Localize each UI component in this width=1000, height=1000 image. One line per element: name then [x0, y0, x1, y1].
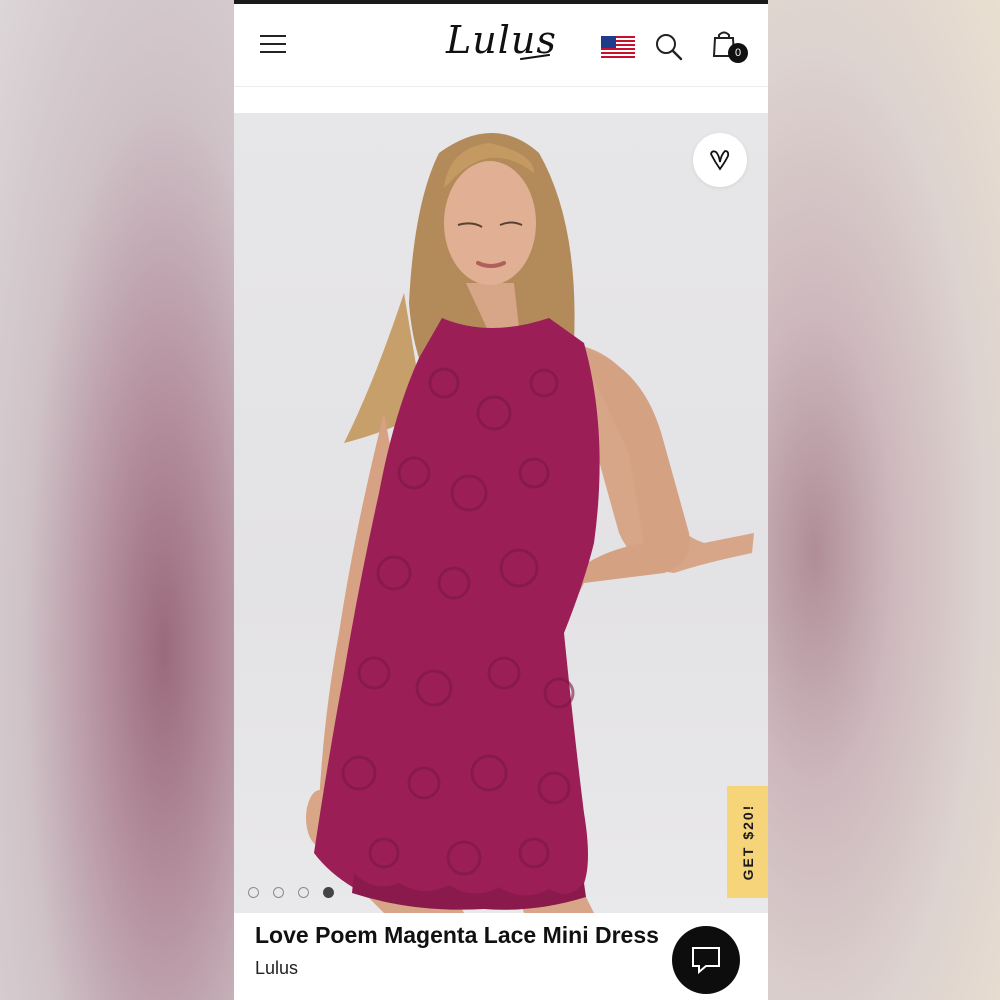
search-icon[interactable]	[654, 32, 684, 62]
product-title: Love Poem Magenta Lace Mini Dress	[255, 922, 659, 948]
chat-bubble-icon	[692, 947, 720, 975]
gallery-dot-4[interactable]	[323, 887, 334, 898]
header-spacer	[234, 87, 768, 113]
promo-tab[interactable]: GET $20!	[727, 786, 768, 898]
gallery-dot-1[interactable]	[248, 887, 259, 898]
gallery-dot-2[interactable]	[273, 887, 284, 898]
model-photo	[306, 133, 754, 913]
product-image[interactable]	[234, 113, 768, 913]
us-flag-icon[interactable]	[601, 36, 635, 60]
cart-count-badge: 0	[728, 43, 748, 63]
phone-screen: Lulus 0 GET $20! Love Poem Magenta Lace …	[234, 0, 768, 1000]
gallery-dot-3[interactable]	[298, 887, 309, 898]
hamburger-menu-icon[interactable]	[260, 32, 288, 56]
shopping-bag-button[interactable]: 0	[710, 28, 750, 66]
promo-label: GET $20!	[739, 803, 756, 881]
product-brand[interactable]: Lulus	[255, 958, 298, 979]
blurred-background-left	[0, 0, 234, 1000]
blurred-background-right	[768, 0, 1000, 1000]
favorite-button[interactable]	[693, 133, 747, 187]
chat-button[interactable]	[672, 926, 740, 994]
site-header: Lulus 0	[234, 4, 768, 87]
heart-icon	[710, 150, 730, 171]
